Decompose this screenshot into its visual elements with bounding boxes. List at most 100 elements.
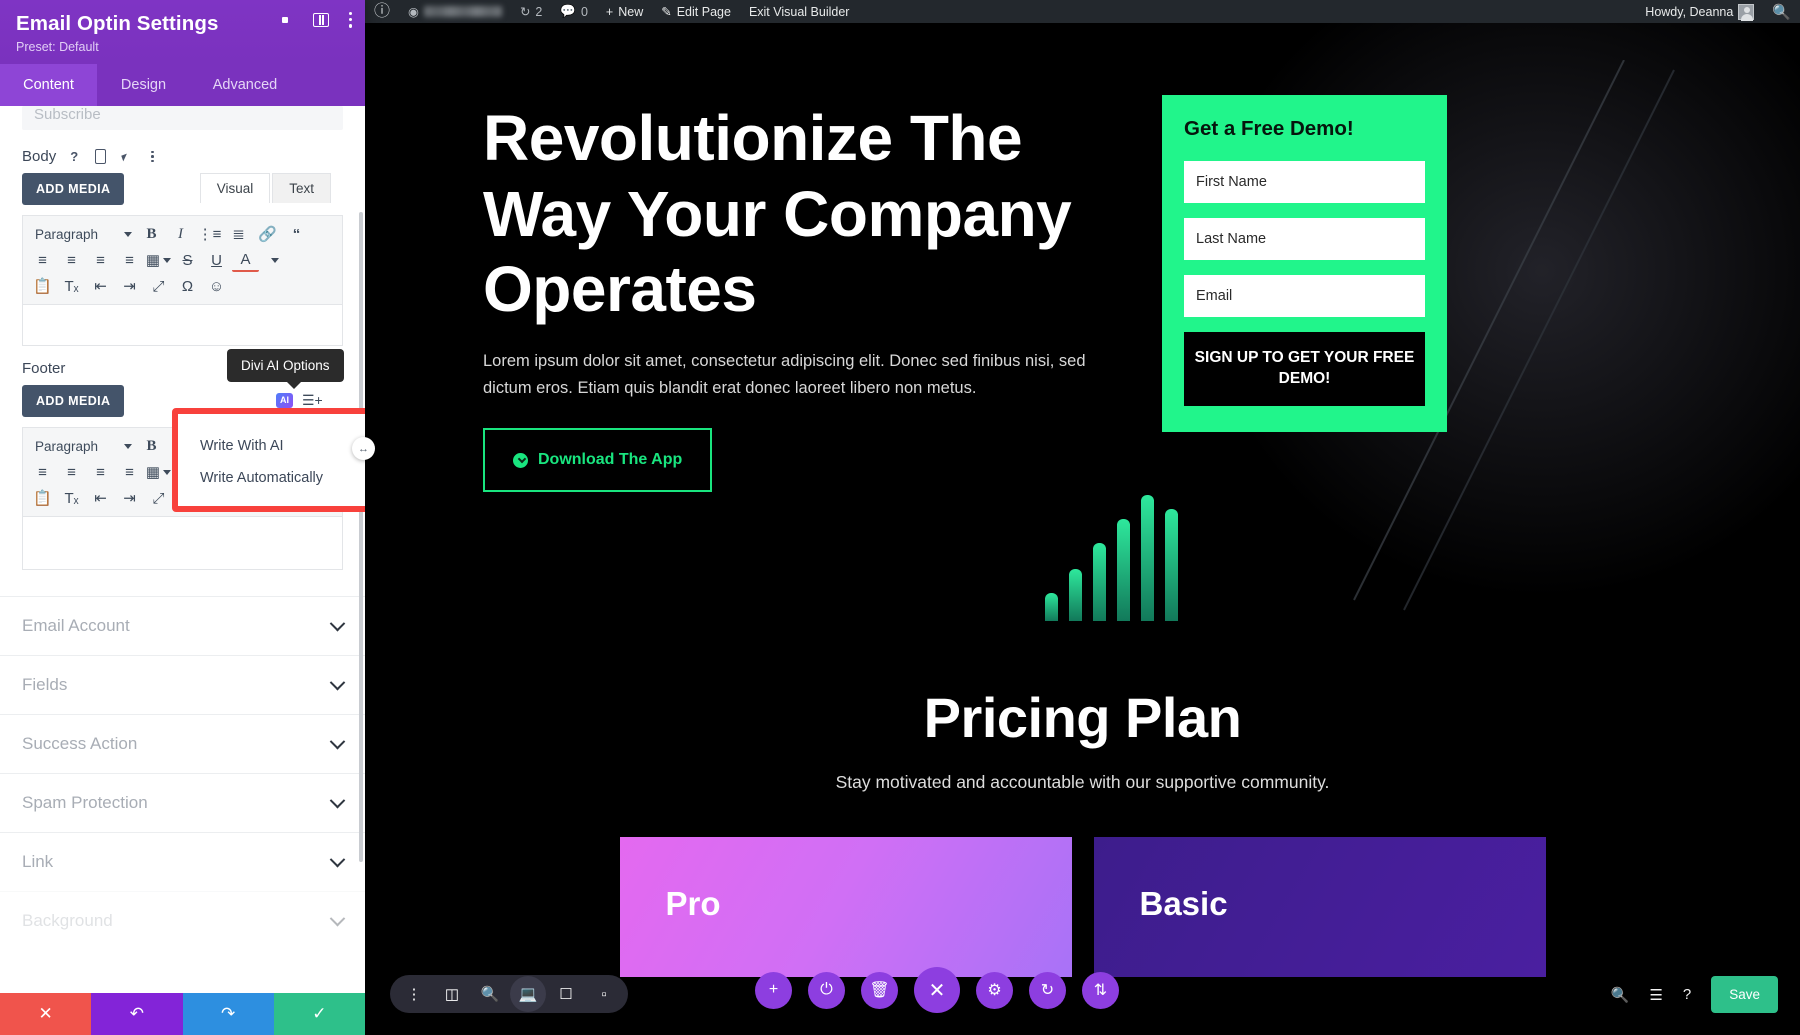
comments-item[interactable]: 💬 0 — [551, 0, 597, 23]
accordion-fields[interactable]: Fields — [0, 655, 365, 714]
settings-icon[interactable]: ⚙ — [976, 971, 1013, 1009]
panel-resize-handle[interactable]: ↔ — [352, 437, 375, 460]
editor-tab-text[interactable]: Text — [272, 173, 331, 203]
help-icon[interactable]: ? — [1683, 986, 1691, 1003]
table-icon[interactable]: ▦ — [145, 248, 172, 272]
divi-ai-icon[interactable]: AI — [276, 392, 293, 408]
focus-icon[interactable] — [277, 12, 293, 28]
outdent-icon[interactable]: ⇤ — [87, 274, 114, 298]
paste-as-text-icon[interactable]: 📋 — [29, 274, 56, 298]
align-right-icon[interactable]: ≡ — [87, 460, 114, 484]
cursor-icon[interactable] — [118, 149, 134, 165]
align-left-icon[interactable]: ≡ — [29, 248, 56, 272]
accordion-success-action[interactable]: Success Action — [0, 714, 365, 773]
outdent-icon[interactable]: ⇤ — [87, 486, 114, 510]
more-options-icon[interactable] — [349, 12, 353, 28]
plan-card-pro[interactable]: Pro — [619, 837, 1072, 977]
add-module-icon[interactable]: + — [755, 971, 792, 1009]
edit-page-item[interactable]: ✎ Edit Page — [652, 0, 740, 23]
download-app-button[interactable]: Download The App — [483, 428, 713, 492]
body-add-media-button[interactable]: ADD MEDIA — [22, 173, 125, 205]
clear-formatting-icon[interactable]: Tₓ — [58, 486, 85, 510]
strikethrough-icon[interactable]: S — [174, 248, 201, 272]
subscribe-field-partial[interactable]: Subscribe — [22, 106, 343, 130]
plan-card-basic[interactable]: Basic — [1093, 837, 1546, 977]
new-content-item[interactable]: + New — [597, 0, 652, 23]
layers-add-icon[interactable]: ☰+ — [302, 392, 323, 408]
tab-design[interactable]: Design — [97, 64, 190, 106]
optin-submit-button[interactable]: SIGN UP TO GET YOUR FREE DEMO! — [1184, 332, 1425, 406]
email-input[interactable] — [1184, 275, 1425, 317]
accordion-background[interactable]: Background — [0, 891, 365, 950]
footer-add-media-button[interactable]: ADD MEDIA — [22, 385, 125, 417]
indent-icon[interactable]: ⇥ — [116, 274, 143, 298]
more-dots-icon[interactable]: ⋮ — [396, 976, 432, 1012]
align-right-icon[interactable]: ≡ — [87, 248, 114, 272]
wireframe-icon[interactable]: ◫ — [434, 976, 470, 1012]
last-name-input[interactable] — [1184, 218, 1425, 260]
optin-form-module[interactable]: Get a Free Demo! SIGN UP TO GET YOUR FRE… — [1162, 95, 1447, 432]
redo-button[interactable]: ↷ — [182, 993, 274, 1035]
wordpress-logo-icon[interactable]: ⓘ — [365, 0, 399, 23]
first-name-input[interactable] — [1184, 161, 1425, 203]
menu-item-write-with-ai[interactable]: Write With AI — [178, 430, 365, 462]
text-color-chevron-icon[interactable] — [261, 248, 288, 272]
power-icon[interactable]: ⏻ — [808, 971, 845, 1009]
fullscreen-icon[interactable]: ⤢ — [145, 486, 172, 510]
save-button[interactable]: Save — [1711, 976, 1778, 1013]
clear-formatting-icon[interactable]: Tₓ — [58, 274, 85, 298]
save-changes-button[interactable]: ✓ — [273, 993, 365, 1035]
layout-icon[interactable] — [313, 12, 329, 28]
footer-editor-content-area[interactable] — [23, 517, 342, 569]
history-icon[interactable]: ↻ — [1029, 971, 1066, 1009]
table-icon[interactable]: ▦ — [145, 460, 172, 484]
desktop-view-icon[interactable]: 💻 — [510, 976, 546, 1012]
numbered-list-icon[interactable]: ≣ — [225, 222, 252, 246]
site-name-item[interactable]: ◉ — [399, 0, 511, 23]
fullscreen-icon[interactable]: ⤢ — [145, 274, 172, 298]
body-editor-content-area[interactable] — [23, 305, 342, 345]
accordion-link[interactable]: Link — [0, 832, 365, 891]
text-color-icon[interactable]: A — [232, 248, 259, 272]
align-center-icon[interactable]: ≡ — [58, 460, 85, 484]
trash-icon[interactable]: 🗑 — [861, 971, 898, 1009]
align-left-icon[interactable]: ≡ — [29, 460, 56, 484]
emoji-icon[interactable]: ☺ — [203, 274, 230, 298]
mobile-icon[interactable] — [92, 149, 108, 165]
undo-button[interactable]: ↶ — [91, 993, 183, 1035]
zoom-out-icon[interactable]: 🔍 — [472, 976, 508, 1012]
updates-item[interactable]: ↻ 2 — [511, 0, 551, 23]
align-justify-icon[interactable]: ≡ — [116, 460, 143, 484]
align-center-icon[interactable]: ≡ — [58, 248, 85, 272]
search-icon[interactable]: 🔍 — [1611, 986, 1630, 1004]
bold-icon[interactable]: B — [138, 222, 165, 246]
close-builder-icon[interactable]: ✕ — [914, 967, 960, 1013]
accordion-spam-protection[interactable]: Spam Protection — [0, 773, 365, 832]
tab-advanced[interactable]: Advanced — [190, 64, 300, 106]
panel-scrollbar[interactable] — [359, 212, 363, 862]
discard-changes-button[interactable]: ✕ — [0, 993, 92, 1035]
italic-icon[interactable]: I — [167, 222, 194, 246]
format-select[interactable]: Paragraph — [29, 227, 136, 242]
menu-item-write-automatically[interactable]: Write Automatically — [178, 462, 365, 494]
layers-icon[interactable]: ☰ — [1649, 986, 1662, 1004]
more-dots-icon[interactable] — [144, 149, 160, 165]
indent-icon[interactable]: ⇥ — [116, 486, 143, 510]
portability-icon[interactable]: ⇅ — [1082, 971, 1119, 1009]
tab-content[interactable]: Content — [0, 64, 97, 106]
editor-tab-visual[interactable]: Visual — [199, 173, 271, 203]
accordion-email-account[interactable]: Email Account — [0, 596, 365, 655]
exit-visual-builder-item[interactable]: Exit Visual Builder — [740, 0, 859, 23]
underline-icon[interactable]: U — [203, 248, 230, 272]
help-icon[interactable]: ? — [66, 149, 82, 165]
align-justify-icon[interactable]: ≡ — [116, 248, 143, 272]
blockquote-icon[interactable]: “ — [283, 222, 310, 246]
search-icon[interactable]: 🔍 — [1763, 0, 1800, 23]
phone-view-icon[interactable]: ▫ — [586, 976, 622, 1012]
footer-format-select[interactable]: Paragraph — [29, 439, 136, 454]
howdy-item[interactable]: Howdy, Deanna — [1636, 0, 1763, 23]
bullet-list-icon[interactable]: ⋮≡ — [196, 222, 223, 246]
link-icon[interactable]: 🔗 — [254, 222, 281, 246]
preset-selector[interactable]: Preset: Default — [16, 40, 349, 54]
special-character-icon[interactable]: Ω — [174, 274, 201, 298]
